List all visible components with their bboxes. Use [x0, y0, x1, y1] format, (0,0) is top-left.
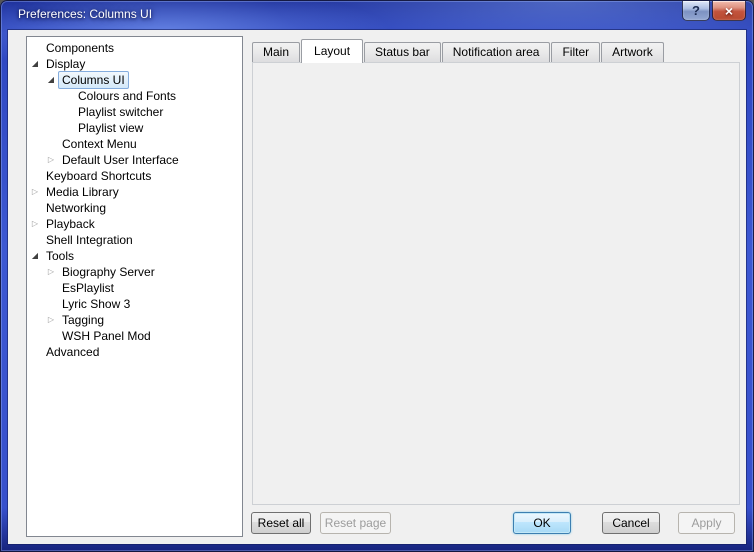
tab-artwork[interactable]: Artwork: [601, 42, 664, 62]
close-icon[interactable]: ×: [712, 1, 746, 21]
reset-page-button[interactable]: Reset page: [320, 512, 391, 534]
tree-item-context-menu[interactable]: Context Menu: [27, 136, 242, 152]
tab-main[interactable]: Main: [252, 42, 300, 62]
tree-item-wsh-panel-mod[interactable]: WSH Panel Mod: [27, 328, 242, 344]
tab-notification-area[interactable]: Notification area: [442, 42, 551, 62]
tree-item-default-user-interface[interactable]: ▷Default User Interface: [27, 152, 242, 168]
preferences-nav-tree[interactable]: Components◢Display◢Columns UIColours and…: [26, 36, 243, 537]
expander-collapsed-icon[interactable]: ▷: [44, 152, 58, 168]
titlebar[interactable]: Preferences: Columns UI ? ×: [0, 0, 754, 30]
expander-expanded-icon[interactable]: ◢: [28, 248, 42, 264]
tab-status-bar[interactable]: Status bar: [364, 42, 441, 62]
tree-item-playlist-view[interactable]: Playlist view: [27, 120, 242, 136]
expander-collapsed-icon[interactable]: ▷: [28, 216, 42, 232]
tree-item-colours-and-fonts[interactable]: Colours and Fonts: [27, 88, 242, 104]
client-area: Components◢Display◢Columns UIColours and…: [8, 30, 746, 544]
ok-button[interactable]: OK: [513, 512, 571, 534]
apply-button[interactable]: Apply: [678, 512, 735, 534]
reset-all-button[interactable]: Reset all: [251, 512, 311, 534]
tree-item-esplaylist[interactable]: EsPlaylist: [27, 280, 242, 296]
cancel-button[interactable]: Cancel: [602, 512, 660, 534]
expander-expanded-icon[interactable]: ◢: [28, 56, 42, 72]
tree-item-networking[interactable]: Networking: [27, 200, 242, 216]
tree-item-playback[interactable]: ▷Playback: [27, 216, 242, 232]
help-glyph: ?: [692, 3, 700, 18]
tab-bar: Main Layout Status bar Notification area…: [252, 40, 665, 62]
tree-item-keyboard-shortcuts[interactable]: Keyboard Shortcuts: [27, 168, 242, 184]
tree-item-components[interactable]: Components: [27, 40, 242, 56]
expander-expanded-icon[interactable]: ◢: [44, 72, 58, 88]
tree-item-columns-ui[interactable]: ◢Columns UI: [27, 72, 242, 88]
tree-item-shell-integration[interactable]: Shell Integration: [27, 232, 242, 248]
tree-item-media-library[interactable]: ▷Media Library: [27, 184, 242, 200]
tree-item-display[interactable]: ◢Display: [27, 56, 242, 72]
tab-filter[interactable]: Filter: [551, 42, 600, 62]
window-title: Preferences: Columns UI: [18, 7, 152, 21]
tab-layout[interactable]: Layout: [301, 39, 363, 63]
tree-item-biography-server[interactable]: ▷Biography Server: [27, 264, 242, 280]
tree-item-lyric-show-3[interactable]: Lyric Show 3: [27, 296, 242, 312]
expander-collapsed-icon[interactable]: ▷: [44, 312, 58, 328]
tree-item-advanced[interactable]: Advanced: [27, 344, 242, 360]
tree-item-playlist-switcher[interactable]: Playlist switcher: [27, 104, 242, 120]
expander-collapsed-icon[interactable]: ▷: [28, 184, 42, 200]
preferences-window: Preferences: Columns UI ? × Components◢D…: [0, 0, 754, 552]
help-icon[interactable]: ?: [682, 1, 710, 21]
tree-item-tagging[interactable]: ▷Tagging: [27, 312, 242, 328]
tree-item-label[interactable]: Advanced: [42, 343, 103, 361]
tree-item-tools[interactable]: ◢Tools: [27, 248, 242, 264]
close-glyph: ×: [725, 3, 733, 19]
expander-collapsed-icon[interactable]: ▷: [44, 264, 58, 280]
layout-tab-page: [252, 62, 740, 505]
